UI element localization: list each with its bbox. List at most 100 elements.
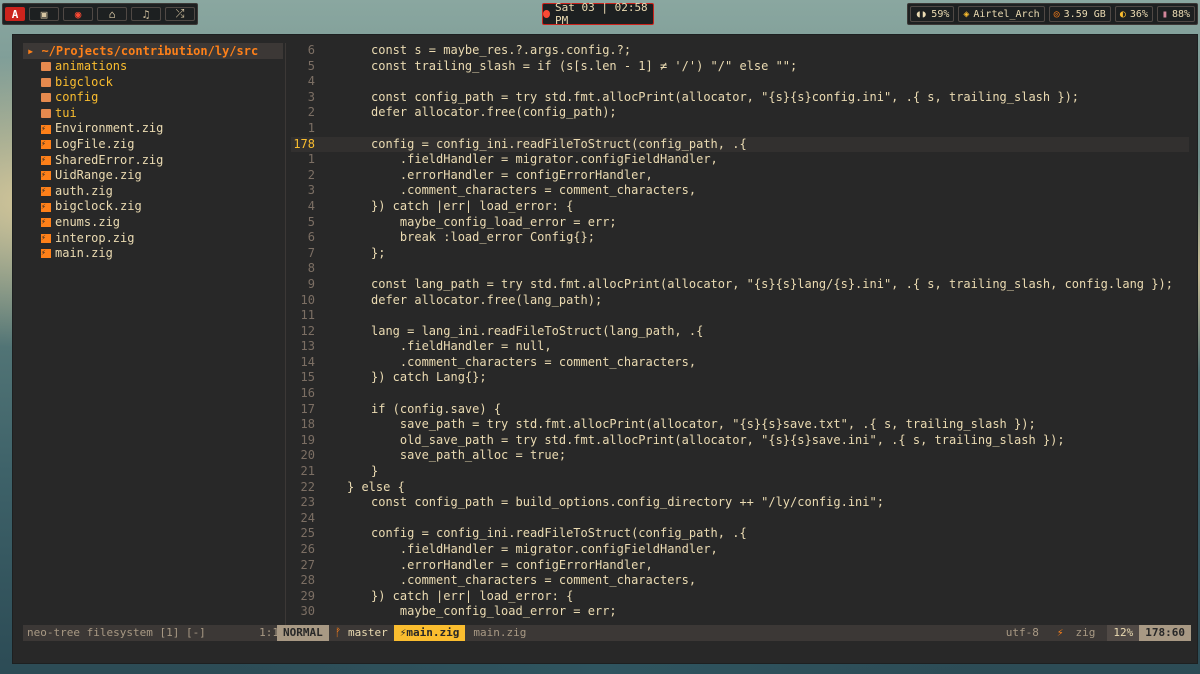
code-line[interactable]: 2 defer allocator.free(config_path); [291,105,1189,121]
tree-status-label: neo-tree filesystem [1] [-] [27,626,206,639]
line-number: 30 [300,604,315,619]
code-line[interactable]: 30 maybe_config_load_error = err; [291,604,1189,620]
code-line[interactable]: 21} [291,464,1189,480]
code-text: }) catch |err| load_error: { [371,588,574,603]
tree-file[interactable]: main.zig [23,245,283,262]
code-line[interactable]: 27 .errorHandler = configErrorHandler, [291,558,1189,574]
wifi-widget[interactable]: ◈ Airtel_Arch [958,6,1045,22]
code-line[interactable]: 5 const trailing_slash = if (s[s.len - 1]… [291,59,1189,75]
code-line[interactable]: 1 .fieldHandler = migrator.configFieldHa… [291,152,1189,168]
code-line[interactable]: 4}) catch |err| load_error: { [291,199,1189,215]
code-line[interactable]: 12 lang = lang_ini.readFileToStruct(lang_… [291,324,1189,340]
line-number: 13 [300,339,315,354]
volume-widget[interactable]: ◖◗ 59% [910,6,955,22]
code-line[interactable]: 24 [291,511,1189,527]
code-line[interactable]: 11 [291,308,1189,324]
wifi-icon: ◈ [963,8,970,20]
code-line[interactable]: 1 [291,121,1189,137]
code-text: } [371,464,379,479]
code-line[interactable]: 25 config = config_ini.readFileToStruct(c… [291,526,1189,542]
arch-logo-icon[interactable]: A [5,7,25,21]
line-number: 17 [300,401,315,416]
neovim-window[interactable]: ▸ ~/Projects/contribution/ly/src animati… [12,34,1198,664]
battery-icon: ▮ [1161,8,1168,20]
line-number: 24 [300,510,315,525]
code-line[interactable]: 18 save_path = try std.fmt.allocPrint(al… [291,417,1189,433]
tree-folder[interactable]: tui [23,106,283,122]
code-line[interactable]: 6 break :load_error Config{}; [291,230,1189,246]
browser-icon[interactable]: ◉ [63,7,93,21]
tree-file[interactable]: auth.zig [23,183,283,200]
code-line[interactable]: 3 const config_path = try std.fmt.allocPr… [291,90,1189,106]
brightness-widget[interactable]: ◐ 36% [1114,6,1153,22]
code-line[interactable]: 8 [291,261,1189,277]
tree-file[interactable]: UidRange.zig [23,167,283,184]
code-line[interactable]: 10 defer allocator.free(lang_path); [291,293,1189,309]
code-line[interactable]: 29}) catch |err| load_error: { [291,589,1189,605]
line-number: 10 [300,292,315,307]
code-line[interactable]: 2 .errorHandler = configErrorHandler, [291,168,1189,184]
tree-item-label: main.zig [55,246,113,261]
line-number: 21 [300,464,315,479]
code-editor[interactable]: 6 const s = maybe_res.?.args.config.?; 5 co… [291,43,1189,633]
battery-widget[interactable]: ▮ 88% [1156,6,1195,22]
code-line[interactable]: 13 .fieldHandler = null, [291,339,1189,355]
code-line[interactable]: 6 const s = maybe_res.?.args.config.?; [291,43,1189,59]
battery-value: 88% [1171,8,1190,20]
code-text: .fieldHandler = migrator.configFieldHand… [371,152,718,167]
folder-icon [41,109,51,119]
memory-icon: ◎ [1053,8,1060,20]
line-number: 11 [300,308,315,323]
zig-file-icon [41,230,51,245]
tree-file[interactable]: bigclock.zig [23,199,283,215]
tree-file[interactable]: enums.zig [23,214,283,231]
tree-root-path[interactable]: ▸ ~/Projects/contribution/ly/src [23,43,283,59]
code-line[interactable]: 5 maybe_config_load_error = err; [291,215,1189,231]
tree-item-label: config [55,90,99,105]
code-line[interactable]: 7}; [291,246,1189,262]
code-line[interactable]: 20 save_path_alloc = true; [291,448,1189,464]
code-line[interactable]: 23 const config_path = build_options.conf… [291,495,1189,511]
window-split[interactable] [285,43,286,633]
file-tree[interactable]: ▸ ~/Projects/contribution/ly/src animati… [23,43,283,633]
tree-folder[interactable]: config [23,90,283,106]
code-line[interactable]: 26 .fieldHandler = migrator.configFieldH… [291,542,1189,558]
terminal-icon[interactable]: ▣ [29,7,59,21]
code-line[interactable]: 4 [291,74,1189,90]
code-line[interactable]: 16 [291,386,1189,402]
tree-file[interactable]: SharedError.zig [23,152,283,169]
discord-icon[interactable]: ⌂ [97,7,127,21]
line-number: 25 [300,526,315,541]
tree-folder[interactable]: animations [23,59,283,75]
zig-file-icon [41,183,51,199]
line-number: 5 [307,214,315,229]
tree-file[interactable]: LogFile.zig [23,136,283,153]
code-line[interactable]: 19 old_save_path = try std.fmt.allocPrin… [291,433,1189,449]
code-line[interactable]: 15}) catch Lang{}; [291,370,1189,386]
buffer-inactive[interactable]: main.zig [465,625,534,641]
tree-file[interactable]: interop.zig [23,230,283,247]
code-line[interactable]: 28 .comment_characters = comment_charact… [291,573,1189,589]
code-line[interactable]: 17 if (config.save) { [291,402,1189,418]
current-code-line[interactable]: 178 config = config_ini.readFileToStruct(… [291,136,1189,153]
zig-file-icon [41,167,51,183]
clock-widget[interactable]: Sat 03 | 02:58 PM [542,1,654,27]
shuffle-icon[interactable]: ⤮ [165,7,195,21]
code-text: .comment_characters = comment_characters… [371,354,697,369]
buffer-active[interactable]: ⚡main.zig [393,625,466,641]
tree-file[interactable]: Environment.zig [23,121,283,137]
code-line[interactable]: 3 .comment_characters = comment_characte… [291,183,1189,199]
tree-item-label: bigclock.zig [55,199,142,214]
line-number: 3 [307,89,315,104]
memory-widget[interactable]: ◎ 3.59 GB [1048,6,1111,22]
code-line[interactable]: 22} else { [291,480,1189,496]
tree-folder[interactable]: bigclock [23,75,283,91]
music-icon[interactable]: ♫ [131,7,161,21]
code-line[interactable]: 14 .comment_characters = comment_charact… [291,355,1189,371]
code-text: .errorHandler = configErrorHandler, [371,167,653,182]
code-line[interactable]: 9 const lang_path = try std.fmt.allocPrin… [291,277,1189,293]
tree-item-label: enums.zig [55,214,121,229]
code-text: }) catch Lang{}; [371,370,487,385]
